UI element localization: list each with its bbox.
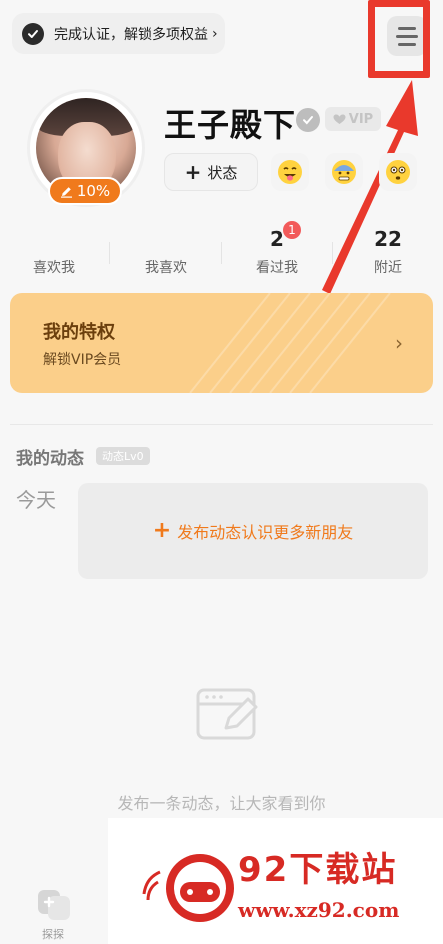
pencil-icon (60, 186, 72, 198)
stat-nearby-count: 22 (374, 227, 402, 251)
moments-title: 我的动态 (16, 449, 84, 469)
shield-check-icon (22, 22, 44, 45)
explore-tab-icon[interactable] (36, 886, 72, 922)
viewed-me-notification-badge: 1 (281, 219, 303, 241)
vip-badge[interactable]: VIP (325, 107, 381, 131)
explore-tab-label[interactable]: 探探 (42, 926, 64, 942)
vip-badge-label: VIP (348, 111, 374, 127)
chevron-right-icon: › (212, 25, 218, 42)
vip-privilege-card[interactable]: 我的特权 解锁VIP会员 › (10, 293, 433, 393)
verify-banner-text: 完成认证，解锁多项权益 (54, 26, 208, 43)
watermark-logo (142, 854, 234, 922)
empty-moments-text: 发布一条动态，让大家看到你 (117, 794, 326, 813)
stat-viewed-me-label: 看过我 (256, 260, 298, 276)
stat-divider (109, 242, 110, 264)
stat-i-like-count (121, 227, 211, 253)
empty-note-icon (196, 688, 258, 740)
status-emoji-flushed[interactable] (379, 153, 417, 191)
watermark: 92下载站 www.xz92.com (108, 818, 443, 944)
highlight-box (368, 0, 430, 78)
stat-divider (221, 242, 222, 264)
publish-moment-button[interactable]: + 发布动态认识更多新朋友 (78, 483, 428, 579)
stat-likes-me-count (9, 227, 99, 253)
vip-card-subtitle: 解锁VIP会员 (43, 352, 122, 368)
stat-likes-me-label: 喜欢我 (33, 260, 75, 276)
flushed-face-icon (386, 160, 410, 184)
add-status-button[interactable]: + 状态 (164, 153, 258, 191)
stat-nearby-label: 附近 (374, 260, 402, 276)
plus-icon: + (152, 518, 172, 543)
watermark-title: 92下载站 (238, 850, 398, 890)
profile-completion-badge[interactable]: 10% (48, 177, 122, 205)
username: 王子殿下 (164, 106, 297, 144)
profile-completion-value: 10% (76, 182, 111, 200)
status-emoji-sweat[interactable] (325, 153, 363, 191)
verify-banner[interactable]: 完成认证，解锁多项权益 › (12, 13, 225, 54)
moments-date: 今天 (16, 488, 56, 512)
stat-viewed-me[interactable]: 2 看过我 (232, 227, 322, 277)
stat-viewed-me-count: 2 (270, 227, 284, 251)
cold-sweat-face-icon (332, 160, 356, 184)
vip-heart-icon (333, 114, 346, 124)
moments-level-badge: 动态Lv0 (96, 447, 150, 465)
watermark-url: www.xz92.com (238, 898, 400, 922)
stat-divider (332, 242, 333, 264)
tongue-face-icon (278, 160, 302, 184)
stat-likes-me[interactable]: 喜欢我 (9, 227, 99, 277)
stat-nearby[interactable]: 22 附近 (343, 227, 433, 277)
stat-i-like-label: 我喜欢 (145, 260, 187, 276)
status-emoji-tongue[interactable] (271, 153, 309, 191)
verified-check-icon[interactable] (296, 108, 320, 132)
plus-icon: + (184, 160, 202, 184)
publish-moment-label: 发布动态认识更多新朋友 (177, 523, 354, 542)
add-status-label: 状态 (207, 163, 238, 182)
section-divider (10, 424, 433, 425)
chevron-right-icon: › (395, 331, 403, 355)
stat-i-like[interactable]: 我喜欢 (121, 227, 211, 277)
vip-card-title: 我的特权 (43, 322, 115, 343)
